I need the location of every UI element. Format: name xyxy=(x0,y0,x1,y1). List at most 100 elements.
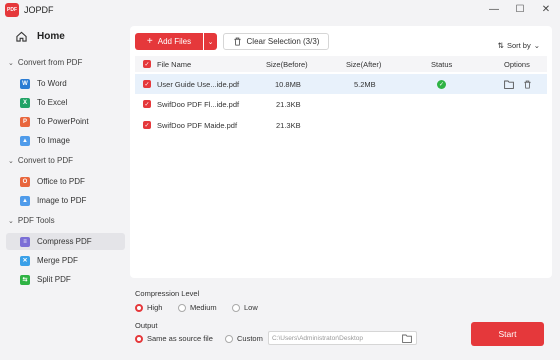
size-before: 21.3KB xyxy=(276,120,301,130)
sidebar-item-label: Image to PDF xyxy=(37,196,87,205)
maximize-button[interactable]: ☐ xyxy=(514,2,526,16)
add-files-button[interactable]: + Add Files xyxy=(135,33,203,50)
sidebar-item-split-pdf[interactable]: ⇆ Split PDF xyxy=(6,271,125,288)
header-status: Status xyxy=(431,59,453,69)
sidebar-item-label: To Word xyxy=(37,79,67,88)
file-list-panel: + Add Files ⌄ Clear Selection (3/3) ⇅ So… xyxy=(130,26,552,278)
radio-unselected-icon xyxy=(178,303,186,312)
file-name: SwifDoo PDF Fl...ide.pdf xyxy=(157,99,240,109)
image-to-pdf-icon: ▲ xyxy=(20,195,30,206)
header-size-before: Size(Before) xyxy=(266,59,308,69)
section-label: Convert to PDF xyxy=(17,156,74,165)
compression-level-label: Compression Level xyxy=(135,289,200,298)
success-check-icon: ✓ xyxy=(437,79,446,89)
compression-medium-radio[interactable]: Medium xyxy=(178,303,217,312)
sidebar-item-merge-pdf[interactable]: ✕ Merge PDF xyxy=(6,252,125,269)
minimize-button[interactable]: — xyxy=(488,2,500,16)
radio-label: Custom xyxy=(237,334,263,343)
size-after: 5.2MB xyxy=(354,79,376,89)
chevron-down-icon: ⌄ xyxy=(533,41,540,50)
table-row[interactable]: ✓ SwifDoo PDF Maide.pdf 21.3KB xyxy=(135,115,547,135)
sidebar-item-label: To PowerPoint xyxy=(37,117,89,126)
table-header: ✓ File Name Size(Before) Size(After) Sta… xyxy=(135,56,547,72)
compression-high-radio[interactable]: High xyxy=(135,303,162,312)
output-same-as-source-radio[interactable]: Same as source file xyxy=(135,334,213,343)
sidebar-item-label: Merge PDF xyxy=(37,256,78,265)
section-label: PDF Tools xyxy=(17,216,55,225)
excel-icon: X xyxy=(20,97,30,108)
sidebar-item-label: Split PDF xyxy=(37,275,71,284)
table-row[interactable]: ✓ SwifDoo PDF Fl...ide.pdf 21.3KB xyxy=(135,94,547,114)
sidebar-item-label: Compress PDF xyxy=(37,237,92,246)
sort-icon: ⇅ xyxy=(497,41,504,50)
output-custom-radio[interactable]: Custom xyxy=(225,334,263,343)
delete-icon[interactable] xyxy=(523,80,532,89)
section-convert-to-pdf[interactable]: ⌄ Convert to PDF xyxy=(8,156,73,165)
header-file-name: File Name xyxy=(157,59,192,69)
sidebar-item-to-image[interactable]: ▲ To Image xyxy=(6,132,125,149)
merge-icon: ✕ xyxy=(20,255,30,266)
home-icon xyxy=(16,31,27,42)
sidebar-item-label: Office to PDF xyxy=(37,177,85,186)
radio-label: Same as source file xyxy=(147,334,213,343)
sidebar-item-compress-pdf[interactable]: ≡ Compress PDF xyxy=(6,233,125,250)
row-checkbox[interactable]: ✓ xyxy=(143,100,151,108)
radio-unselected-icon xyxy=(232,303,240,312)
table-row[interactable]: ✓ User Guide Use...ide.pdf 10.8MB 5.2MB … xyxy=(135,74,547,94)
office-icon: O xyxy=(20,176,30,187)
app-logo-icon: PDF xyxy=(5,3,19,17)
sidebar-item-label: To Image xyxy=(37,136,70,145)
row-checkbox[interactable]: ✓ xyxy=(143,121,151,129)
radio-label: Medium xyxy=(190,303,217,312)
start-button[interactable]: Start xyxy=(471,322,544,346)
plus-icon: + xyxy=(146,36,153,47)
radio-label: High xyxy=(147,303,163,312)
file-name: User Guide Use...ide.pdf xyxy=(157,79,240,89)
radio-selected-icon xyxy=(135,303,143,312)
image-icon: ▲ xyxy=(20,135,30,146)
sidebar-item-to-word[interactable]: W To Word xyxy=(6,75,125,92)
sidebar-item-image-to-pdf[interactable]: ▲ Image to PDF xyxy=(6,192,125,209)
sidebar-item-home[interactable]: Home xyxy=(16,31,65,42)
trash-icon xyxy=(233,37,241,46)
add-files-label: Add Files xyxy=(157,37,192,46)
chevron-down-icon: ⌄ xyxy=(8,157,14,165)
header-options: Options xyxy=(504,59,530,69)
sidebar-item-label: To Excel xyxy=(37,98,68,107)
sidebar: Home ⌄ Convert from PDF W To Word X To E… xyxy=(0,20,130,360)
chevron-down-icon: ⌄ xyxy=(8,59,14,67)
title-bar: PDF JOPDF — ☐ ✕ xyxy=(0,0,560,20)
row-checkbox[interactable]: ✓ xyxy=(143,80,151,88)
section-convert-from-pdf[interactable]: ⌄ Convert from PDF xyxy=(8,58,82,67)
close-button[interactable]: ✕ xyxy=(540,2,552,16)
output-path-field[interactable]: C:\Users\Administrator\Desktop xyxy=(268,331,417,345)
app-title: JOPDF xyxy=(24,5,54,15)
output-path-text: C:\Users\Administrator\Desktop xyxy=(272,334,364,342)
browse-folder-icon[interactable] xyxy=(402,334,412,343)
sidebar-item-to-powerpoint[interactable]: P To PowerPoint xyxy=(6,113,125,130)
radio-selected-icon xyxy=(135,334,143,343)
sort-by-label: Sort by xyxy=(506,41,531,50)
file-name: SwifDoo PDF Maide.pdf xyxy=(157,120,238,130)
powerpoint-icon: P xyxy=(20,116,30,127)
add-files-dropdown-button[interactable]: ⌄ xyxy=(204,33,217,50)
size-before: 21.3KB xyxy=(276,99,301,109)
sidebar-item-office-to-pdf[interactable]: O Office to PDF xyxy=(6,173,125,190)
sort-by-dropdown[interactable]: ⇅ Sort by ⌄ xyxy=(498,41,540,50)
folder-icon[interactable] xyxy=(504,80,514,89)
section-pdf-tools[interactable]: ⌄ PDF Tools xyxy=(8,216,55,225)
radio-unselected-icon xyxy=(225,334,233,343)
home-label: Home xyxy=(37,31,65,42)
chevron-down-icon: ⌄ xyxy=(8,217,14,225)
radio-label: Low xyxy=(244,303,258,312)
select-all-checkbox[interactable]: ✓ xyxy=(143,60,151,68)
compression-low-radio[interactable]: Low xyxy=(232,303,258,312)
sidebar-item-to-excel[interactable]: X To Excel xyxy=(6,94,125,111)
output-label: Output xyxy=(135,321,158,330)
chevron-down-icon: ⌄ xyxy=(207,38,214,46)
clear-selection-button[interactable]: Clear Selection (3/3) xyxy=(223,33,329,50)
split-icon: ⇆ xyxy=(20,274,30,285)
compress-icon: ≡ xyxy=(20,236,30,247)
header-size-after: Size(After) xyxy=(346,59,382,69)
size-before: 10.8MB xyxy=(275,79,301,89)
